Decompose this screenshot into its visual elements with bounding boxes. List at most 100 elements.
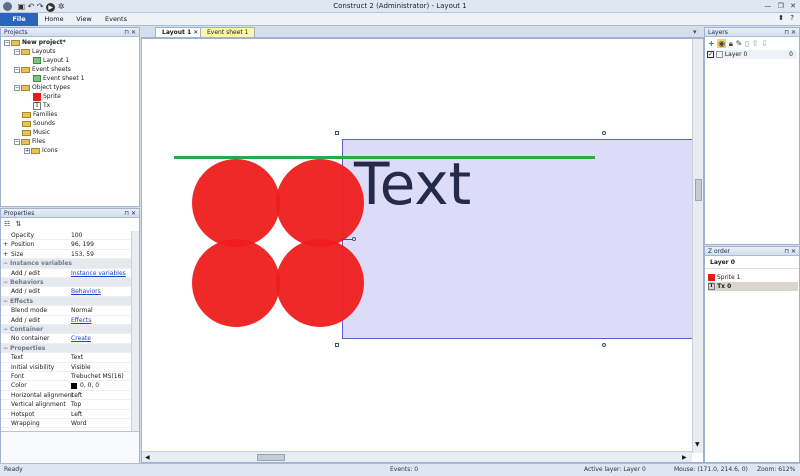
tree-item-tx[interactable]: T Tx	[33, 101, 50, 110]
properties-scrollbar[interactable]	[131, 231, 139, 431]
tree-item-families[interactable]: Families	[22, 110, 57, 119]
tree-item-sprite[interactable]: Sprite	[33, 92, 61, 101]
horizontal-scroll-thumb[interactable]	[257, 454, 285, 461]
property-row[interactable]: Horizontal alignment Left	[1, 391, 131, 401]
zorder-item-sprite[interactable]: Sprite 1	[708, 273, 798, 282]
sprite-object[interactable]	[192, 159, 368, 329]
property-row[interactable]: Vertical alignment Top	[1, 400, 131, 410]
zorder-item-tx[interactable]: T Tx 0	[708, 282, 798, 291]
tree-item-object-types[interactable]: − Object types	[14, 83, 70, 92]
property-row[interactable]: Color 0, 0, 0	[1, 381, 131, 391]
edit-layer-icon[interactable]: ✎	[736, 39, 743, 48]
canvas-horizontal-scrollbar[interactable]: ◀ ▶	[142, 451, 692, 462]
pin-icon[interactable]: ⊓	[124, 210, 129, 217]
folder-icon	[21, 84, 30, 91]
resize-handle[interactable]	[335, 343, 339, 347]
add-layer-icon[interactable]: +	[708, 39, 715, 48]
collapse-toggle-icon[interactable]: −	[3, 278, 8, 287]
property-name: Position	[11, 241, 35, 249]
collapse-toggle-icon[interactable]: −	[3, 325, 8, 334]
property-row[interactable]: Opacity 100	[1, 231, 131, 241]
property-name: Add / edit	[11, 269, 40, 277]
expand-toggle-icon[interactable]: +	[3, 250, 8, 259]
tab-file[interactable]: File	[0, 13, 38, 26]
categorized-icon[interactable]: ☷	[4, 220, 10, 228]
tree-item-music[interactable]: Music	[22, 128, 50, 137]
tree-item-project[interactable]: − New project*	[4, 38, 66, 47]
layer-visible-checkbox[interactable]: ✓	[707, 51, 714, 58]
pin-icon[interactable]: ⊓	[124, 29, 129, 36]
save-icon[interactable]: ▣	[18, 2, 26, 11]
doc-tab-event-sheet-1[interactable]: Event sheet 1	[200, 27, 256, 37]
sort-alpha-icon[interactable]: ⇅	[16, 220, 22, 228]
property-row[interactable]: Initial visibility Visible	[1, 363, 131, 372]
undo-icon[interactable]: ↶	[28, 2, 35, 11]
tab-events[interactable]: Events	[100, 13, 132, 26]
scroll-left-icon[interactable]: ◀	[145, 454, 150, 461]
property-link[interactable]: Behaviors	[71, 287, 101, 296]
pin-icon[interactable]: ⊓	[784, 29, 789, 36]
vertical-scroll-thumb[interactable]	[695, 179, 702, 201]
collapse-toggle-icon[interactable]: −	[3, 344, 8, 353]
expand-toggle-icon[interactable]: +	[3, 240, 8, 249]
resize-handle[interactable]	[602, 131, 606, 135]
scroll-right-icon[interactable]: ▶	[682, 454, 687, 461]
ribbon-collapse-icon[interactable]: ⬍	[778, 14, 784, 22]
tree-item-layouts[interactable]: − Layouts	[14, 47, 56, 56]
layout-canvas[interactable]: Text ▼ ◀ ▶	[141, 38, 704, 463]
tree-item-icons[interactable]: + Icons	[24, 146, 58, 155]
minimize-icon[interactable]: —	[764, 2, 771, 10]
tab-home[interactable]: Home	[40, 13, 68, 26]
redo-icon[interactable]: ↷	[37, 2, 44, 11]
canvas-text-object[interactable]: Text	[354, 151, 471, 217]
panel-close-icon[interactable]: ✕	[791, 29, 796, 36]
delete-layer-icon[interactable]: ▯	[745, 39, 749, 48]
collapse-toggle-icon[interactable]: −	[3, 297, 8, 306]
tree-item-event-sheets[interactable]: − Event sheets	[14, 65, 71, 74]
panel-close-icon[interactable]: ✕	[791, 248, 796, 255]
debug-icon[interactable]: ✲	[58, 2, 65, 11]
property-row[interactable]: Wrapping Word	[1, 419, 131, 429]
panel-close-icon[interactable]: ✕	[131, 210, 136, 217]
tree-item-files[interactable]: − Files	[14, 137, 45, 146]
resize-handle[interactable]	[335, 131, 339, 135]
property-row[interactable]: Add / edit Instance variables	[1, 269, 131, 278]
tree-item-sounds[interactable]: Sounds	[22, 119, 55, 128]
property-row[interactable]: Add / edit Effects	[1, 316, 131, 325]
property-row[interactable]: Blend mode Normal	[1, 306, 131, 316]
tab-view[interactable]: View	[70, 13, 98, 26]
move-up-icon[interactable]: ⇧	[752, 39, 759, 48]
close-icon[interactable]: ✕	[790, 2, 796, 10]
tab-close-icon[interactable]: ✕	[193, 29, 198, 36]
property-row[interactable]: Add / edit Behaviors	[1, 287, 131, 297]
panel-close-icon[interactable]: ✕	[131, 29, 136, 36]
scroll-down-icon[interactable]: ▼	[695, 441, 700, 448]
tree-item-event-sheet-1[interactable]: Event sheet 1	[33, 74, 84, 83]
pin-icon[interactable]: ⊓	[784, 248, 789, 255]
layer-row[interactable]: ✓ Layer 0 0	[707, 50, 797, 59]
property-row[interactable]: Hotspot Left	[1, 410, 131, 419]
property-row[interactable]: Text Text	[1, 353, 131, 363]
property-row[interactable]: No container Create	[1, 334, 131, 344]
property-link[interactable]: Instance variables	[71, 269, 126, 278]
canvas-vertical-scrollbar[interactable]: ▼	[692, 39, 703, 453]
doc-tab-layout-1[interactable]: Layout 1 ✕	[155, 27, 206, 37]
zorder-divider	[705, 268, 799, 269]
tree-item-layout-1[interactable]: Layout 1	[33, 56, 69, 65]
lock-icon[interactable]: 🔒︎	[729, 39, 733, 48]
eye-icon[interactable]: ◉	[717, 39, 727, 48]
resize-handle[interactable]	[602, 343, 606, 347]
collapse-toggle-icon[interactable]: −	[3, 259, 8, 268]
color-swatch[interactable]	[71, 383, 77, 390]
property-row[interactable]: Font Trebuchet MS(16)	[1, 372, 131, 382]
help-icon[interactable]: ?	[790, 14, 794, 22]
property-row[interactable]: + Position 96, 199	[1, 240, 131, 250]
maximize-icon[interactable]: ❐	[778, 2, 784, 10]
tab-list-dropdown-icon[interactable]: ▾	[693, 28, 697, 36]
property-link[interactable]: Create	[71, 334, 91, 343]
property-row[interactable]: + Size 153, 59	[1, 250, 131, 260]
layer-lock-icon[interactable]	[715, 51, 723, 58]
run-icon[interactable]: ▶	[46, 3, 56, 12]
move-down-icon[interactable]: ⇩	[761, 39, 768, 48]
property-link[interactable]: Effects	[71, 316, 91, 325]
